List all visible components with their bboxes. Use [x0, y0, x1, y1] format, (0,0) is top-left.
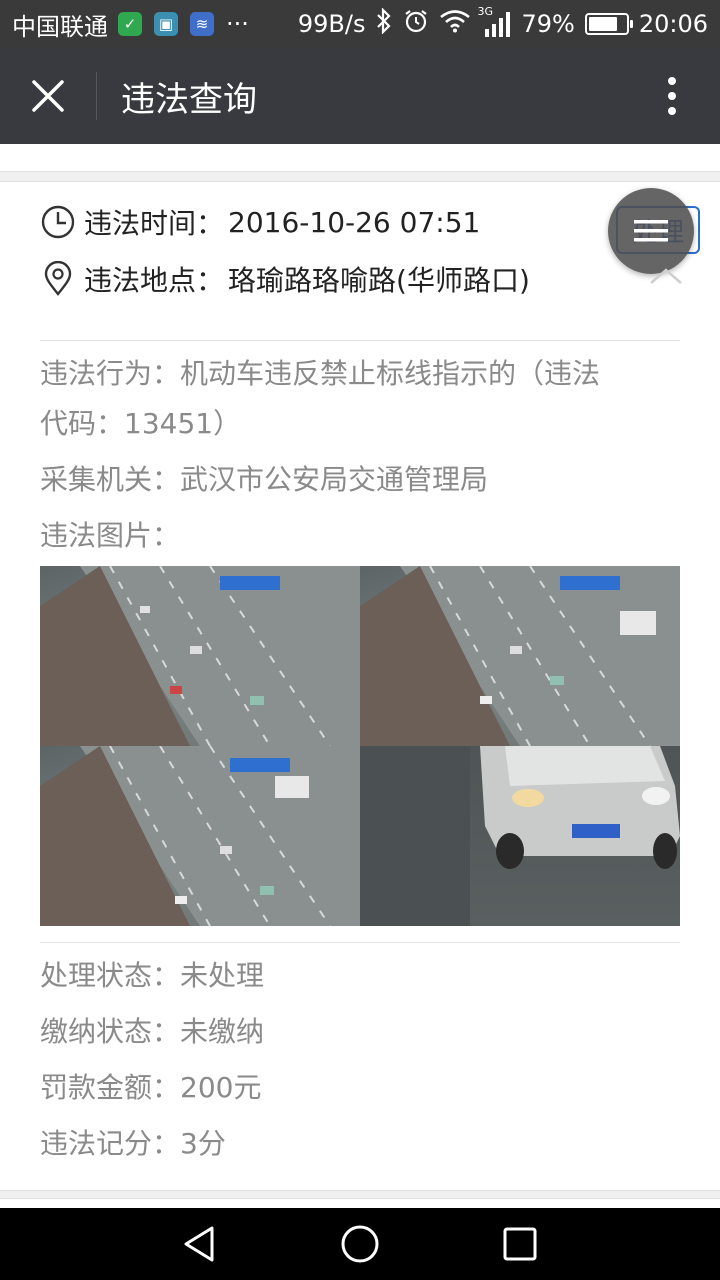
battery-percent: 79% [521, 10, 575, 38]
more-options-button[interactable] [624, 48, 720, 144]
violation-location-label: 违法地点： [84, 264, 225, 297]
violation-time-value: 2016-10-26 07:51 [228, 205, 481, 239]
violation-location-row: 违法地点： 珞瑜路珞喻路(华师路口) [40, 259, 530, 299]
payment-status: 缴纳状态：未缴纳 [40, 1015, 265, 1048]
violation-time-row: 违法时间： 2016-10-26 07:51 [40, 202, 480, 242]
wifi-app-icon: ≋ [190, 12, 214, 36]
more-vertical-icon [668, 77, 676, 115]
clock-time: 20:06 [638, 10, 708, 38]
collection-agency: 采集机关：武汉市公安局交通管理局 [40, 463, 489, 496]
floating-menu-button[interactable] [608, 188, 694, 274]
bluetooth-icon [375, 7, 393, 40]
wechat-icon: ✓ [118, 12, 142, 36]
violation-behavior-line-1: 违法行为：机动车违反禁止标线指示的（违法 [40, 357, 601, 390]
camera-frame-3 [40, 746, 360, 926]
section-divider [40, 942, 680, 943]
alarm-icon [403, 8, 429, 40]
violation-photo[interactable] [40, 566, 680, 926]
home-button[interactable] [330, 1214, 390, 1274]
violation-behavior-line-2: 代码：13451） [40, 407, 242, 440]
location-pin-icon [44, 261, 72, 296]
home-circle-icon [341, 1225, 379, 1263]
chevron-up-icon[interactable] [648, 266, 684, 286]
title-bar: 违法查询 [0, 48, 720, 144]
page-title: 违法查询 [121, 79, 257, 120]
status-bar: 中国联通 ✓ ▣ ≋ ··· 99B/s 3G 79% 20:06 [0, 0, 720, 48]
signal-icon: 3G [477, 5, 511, 39]
penalty-points: 违法记分：3分 [40, 1127, 226, 1160]
system-navigation-bar [0, 1208, 720, 1280]
back-button[interactable] [170, 1214, 230, 1274]
title-divider [96, 72, 97, 120]
road-scene-image [40, 566, 360, 746]
camera-frame-closeup [360, 746, 680, 926]
clock-icon [41, 205, 75, 239]
more-notifications-indicator: ··· [226, 10, 249, 38]
next-card-edge [0, 1198, 720, 1208]
violation-photo-label: 违法图片： [40, 519, 181, 552]
road-scene-image [360, 566, 680, 746]
car-closeup-image [360, 746, 680, 926]
gallery-icon: ▣ [154, 12, 178, 36]
close-button[interactable] [0, 48, 96, 144]
road-scene-image [40, 746, 360, 926]
previous-card-edge [0, 144, 720, 172]
camera-frame-2 [360, 566, 680, 746]
fine-amount: 罚款金额：200元 [40, 1071, 262, 1104]
battery-icon [584, 13, 633, 35]
wifi-icon [439, 9, 471, 39]
menu-icon [634, 220, 668, 242]
process-status: 处理状态：未处理 [40, 959, 265, 992]
close-icon [32, 80, 64, 112]
violation-time-label: 违法时间： [84, 207, 225, 240]
back-triangle-icon [184, 1226, 214, 1262]
content-area: 违法时间： 2016-10-26 07:51 违法地点： 珞瑜路珞喻路(华师路口… [0, 144, 720, 1208]
recent-apps-button[interactable] [490, 1214, 550, 1274]
network-speed: 99B/s [297, 10, 366, 38]
camera-frame-1 [40, 566, 360, 746]
violation-location-value: 珞瑜路珞喻路(华师路口) [228, 264, 530, 297]
violation-card: 违法时间： 2016-10-26 07:51 违法地点： 珞瑜路珞喻路(华师路口… [0, 181, 720, 1191]
carrier-name: 中国联通 [12, 12, 108, 41]
recent-apps-square-icon [503, 1227, 537, 1261]
section-divider [40, 340, 680, 341]
